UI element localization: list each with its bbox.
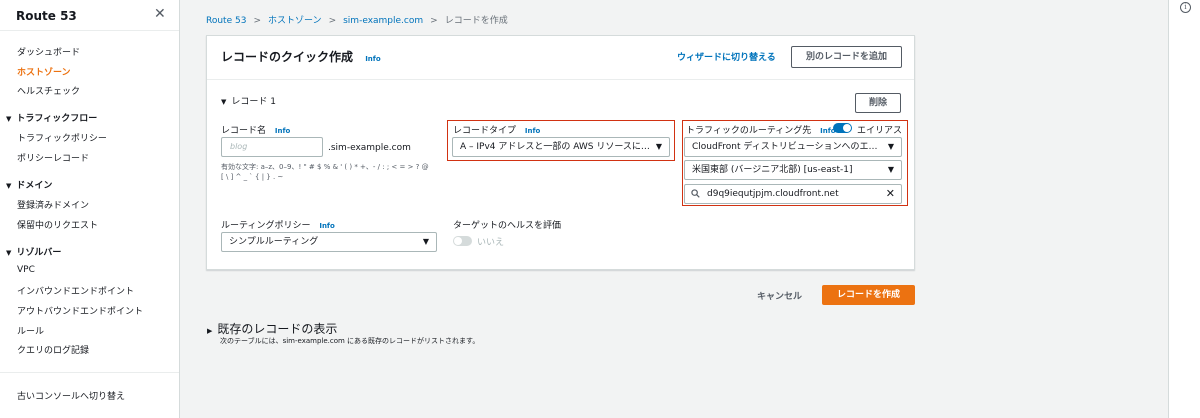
caret-right-icon: ▶	[207, 327, 213, 335]
sidebar-item-dashboard[interactable]: ダッシュボード	[17, 45, 80, 58]
routing-target-label-text: トラフィックのルーティング先	[686, 126, 812, 136]
info-link[interactable]: Info	[525, 127, 540, 135]
breadcrumb-separator: >	[328, 16, 337, 26]
card-title-text: レコードのクイック作成	[221, 50, 354, 64]
breadcrumb: Route 53 > ホストゾーン > sim-example.com > レコードを作成	[206, 13, 508, 26]
distribution-value: d9q9iequtjpjm.cloudfront.net	[707, 189, 839, 199]
caret-down-icon: ▼	[655, 142, 662, 151]
endpoint-select[interactable]: CloudFront ディストリビューションへのエ… ▼	[684, 137, 902, 157]
record-1-header[interactable]: ▼ レコード 1	[221, 94, 276, 107]
card-divider	[207, 79, 914, 80]
evaluate-health-toggle[interactable]	[453, 236, 472, 246]
record-type-label-text: レコードタイプ	[453, 126, 517, 136]
routing-policy-value: シンプルルーティング	[229, 237, 319, 247]
add-another-record-button[interactable]: 別のレコードを追加	[791, 46, 902, 68]
info-icon[interactable]: i	[1180, 2, 1191, 13]
sidebar-item-pending-requests[interactable]: 保留中のリクエスト	[17, 218, 98, 231]
sidebar: Route 53 ✕ ダッシュボード ホストゾーン ヘルスチェック ▼ トラフィッ…	[0, 0, 180, 418]
existing-records-description: 次のテーブルには、sim-example.com にある既存のレコードがリストさ…	[220, 337, 480, 345]
existing-records-header[interactable]: ▶ 既存のレコードの表示	[207, 320, 337, 337]
switch-to-wizard-link[interactable]: ウィザードに切り替える	[677, 50, 776, 63]
sidebar-section-domains[interactable]: ▼ ドメイン	[6, 178, 52, 191]
caret-down-icon: ▼	[6, 182, 12, 190]
sidebar-section-label: リゾルバー	[16, 248, 62, 258]
breadcrumb-zone[interactable]: sim-example.com	[343, 16, 423, 26]
sidebar-item-health-checks[interactable]: ヘルスチェック	[17, 84, 80, 97]
record-name-hint-line: [ \ ] ^ _ ` { | } . ~	[221, 173, 284, 181]
alias-toggle[interactable]	[833, 123, 852, 133]
caret-down-icon: ▼	[887, 165, 894, 174]
sidebar-item-query-logging[interactable]: クエリのログ記録	[17, 343, 89, 356]
page-title: レコードのクイック作成 Info	[221, 48, 381, 65]
caret-down-icon: ▼	[887, 142, 894, 151]
sidebar-item-traffic-policies[interactable]: トラフィックポリシー	[17, 131, 107, 144]
sidebar-item-policy-records[interactable]: ポリシーレコード	[17, 151, 89, 164]
routing-policy-label-text: ルーティングポリシー	[221, 221, 311, 231]
sidebar-item-hosted-zones[interactable]: ホストゾーン	[17, 65, 71, 78]
routing-policy-label: ルーティングポリシー Info	[221, 218, 335, 231]
sidebar-divider	[0, 372, 179, 373]
record-name-input[interactable]: blog	[221, 137, 323, 157]
info-link[interactable]: Info	[365, 55, 380, 63]
create-records-button[interactable]: レコードを作成	[822, 285, 915, 305]
sidebar-section-label: ドメイン	[16, 181, 53, 191]
delete-record-button[interactable]: 削除	[855, 93, 901, 113]
routing-policy-select[interactable]: シンプルルーティング ▼	[221, 232, 437, 252]
close-icon[interactable]: ✕	[154, 6, 166, 22]
sidebar-item-registered-domains[interactable]: 登録済みドメイン	[17, 198, 89, 211]
caret-down-icon: ▼	[221, 98, 227, 106]
toggle-knob	[843, 124, 851, 132]
info-link[interactable]: Info	[275, 127, 290, 135]
sidebar-section-resolver[interactable]: ▼ リゾルバー	[6, 245, 61, 258]
sidebar-section-label: トラフィックフロー	[16, 114, 98, 124]
clear-icon[interactable]: ✕	[886, 185, 895, 203]
record-header-label: レコード 1	[231, 97, 276, 107]
record-name-hint: 有効な文字: a–z、0–9、! " # $ % & ' ( ) * +、- /…	[221, 162, 429, 182]
breadcrumb-current: レコードを作成	[444, 16, 508, 26]
breadcrumb-hosted-zones[interactable]: ホストゾーン	[268, 16, 322, 26]
sidebar-item-vpc[interactable]: VPC	[17, 265, 35, 275]
sidebar-title: Route 53	[16, 9, 77, 23]
sidebar-divider	[0, 30, 179, 31]
sidebar-item-rules[interactable]: ルール	[17, 324, 44, 337]
evaluate-health-value: いいえ	[477, 238, 505, 248]
record-type-select[interactable]: A – IPv4 アドレスと一部の AWS リソースに… ▼	[452, 137, 670, 157]
caret-down-icon: ▼	[422, 237, 429, 246]
sidebar-section-traffic-flow[interactable]: ▼ トラフィックフロー	[6, 111, 97, 124]
record-name-label-text: レコード名	[221, 126, 267, 136]
routing-target-label: トラフィックのルーティング先 Info	[686, 123, 836, 136]
caret-down-icon: ▼	[6, 249, 12, 257]
toggle-knob	[454, 237, 462, 245]
endpoint-value: CloudFront ディストリビューションへのエ…	[692, 142, 878, 152]
record-name-placeholder: blog	[230, 142, 248, 151]
cancel-button[interactable]: キャンセル	[757, 289, 802, 302]
caret-down-icon: ▼	[6, 115, 12, 123]
sidebar-item-inbound-endpoints[interactable]: インバウンドエンドポイント	[17, 284, 134, 297]
alias-label: エイリアス	[857, 126, 903, 136]
breadcrumb-separator: >	[253, 16, 261, 26]
quick-create-card: レコードのクイック作成 Info ウィザードに切り替える 別のレコードを追加 ▼…	[206, 35, 915, 270]
sidebar-item-old-console[interactable]: 古いコンソールへ切り替え	[17, 389, 125, 402]
record-name-label: レコード名 Info	[221, 123, 290, 136]
existing-records-title: 既存のレコードの表示	[217, 322, 338, 336]
region-value: 米国東部 (バージニア北部) [us-east-1]	[692, 165, 853, 175]
region-select[interactable]: 米国東部 (バージニア北部) [us-east-1] ▼	[684, 160, 902, 180]
record-type-label: レコードタイプ Info	[453, 123, 540, 136]
breadcrumb-separator: >	[430, 16, 438, 26]
search-icon	[691, 185, 700, 203]
breadcrumb-route53[interactable]: Route 53	[206, 16, 246, 26]
info-link[interactable]: Info	[319, 222, 334, 230]
record-type-value: A – IPv4 アドレスと一部の AWS リソースに…	[460, 142, 650, 152]
evaluate-health-label: ターゲットのヘルスを評価	[453, 221, 562, 231]
distribution-search-input[interactable]: d9q9iequtjpjm.cloudfront.net ✕	[684, 184, 902, 204]
record-name-suffix: .sim-example.com	[328, 143, 411, 153]
help-panel-strip: i	[1168, 0, 1200, 418]
sidebar-item-outbound-endpoints[interactable]: アウトバウンドエンドポイント	[17, 304, 143, 317]
record-name-hint-line: 有効な文字: a–z、0–9、! " # $ % & ' ( ) * +、- /…	[221, 163, 429, 171]
